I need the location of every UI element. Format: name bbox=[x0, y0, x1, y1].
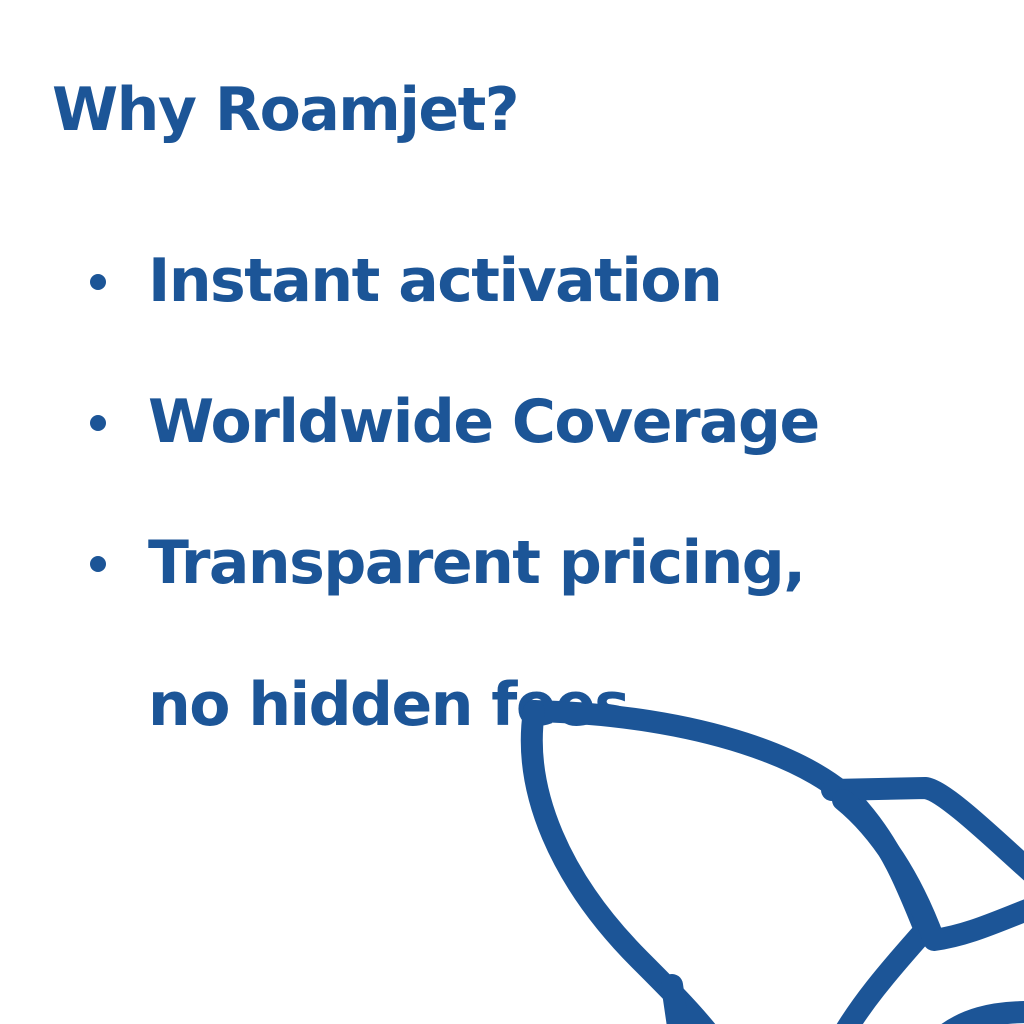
slide: Why Roamjet? Instant activation Worldwid… bbox=[0, 0, 1024, 1024]
page-title: Why Roamjet? bbox=[52, 75, 520, 145]
bullet-icon bbox=[90, 274, 106, 290]
feature-item-instant-activation: Instant activation bbox=[0, 210, 828, 352]
bullet-icon bbox=[90, 415, 106, 431]
feature-label: Worldwide Coverage bbox=[148, 387, 820, 457]
feature-label: Transparent pricing, no hidden fees bbox=[148, 528, 806, 740]
feature-item-transparent-pricing: Transparent pricing, no hidden fees bbox=[0, 492, 828, 776]
bullet-icon bbox=[90, 556, 106, 572]
feature-label: Instant activation bbox=[148, 246, 723, 316]
feature-item-worldwide-coverage: Worldwide Coverage bbox=[0, 351, 828, 493]
feature-list: Instant activation Worldwide Coverage Tr… bbox=[0, 210, 900, 776]
